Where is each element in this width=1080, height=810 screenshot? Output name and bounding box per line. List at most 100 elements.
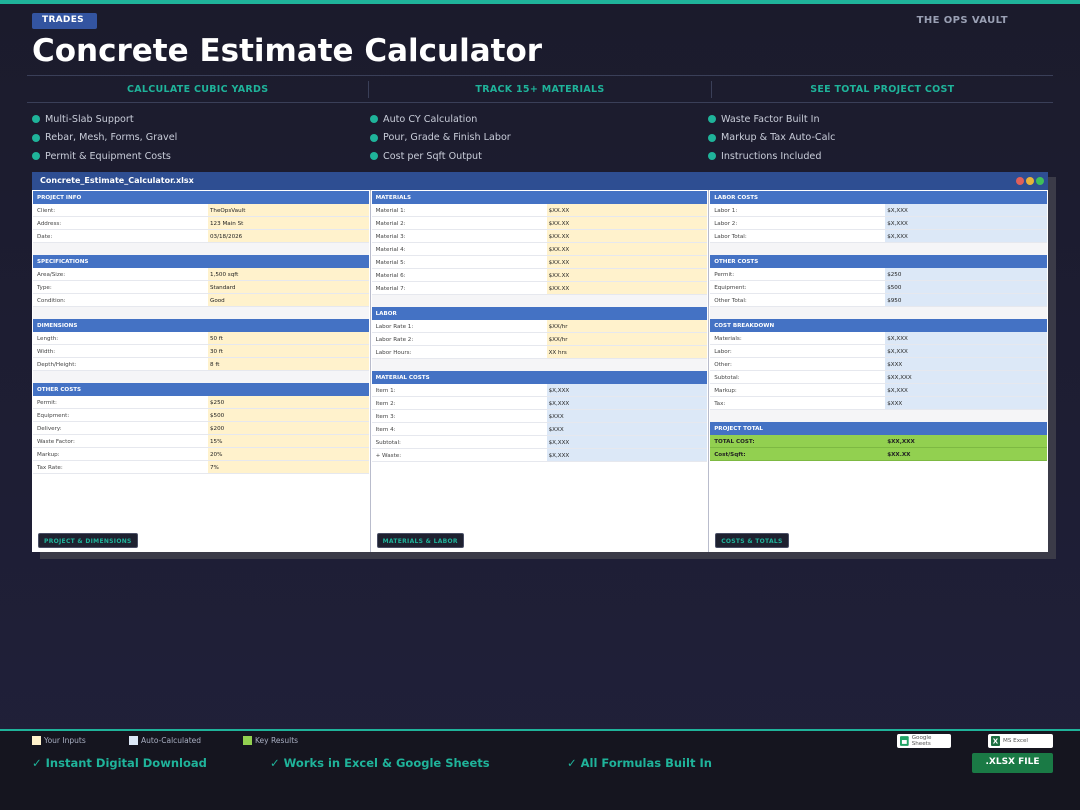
tab-costs-totals[interactable]: COSTS & TOTALS bbox=[715, 533, 789, 548]
page-title: Concrete Estimate Calculator bbox=[32, 33, 543, 69]
row-value-cell[interactable]: $XX.XX bbox=[546, 217, 708, 229]
row-label: Depth/Height: bbox=[37, 362, 77, 368]
section-header-labor: LABOR bbox=[371, 307, 708, 320]
row-value-cell: $XX.XX bbox=[885, 448, 1047, 460]
feature-item: Waste Factor Built In bbox=[708, 110, 1028, 129]
row-value-cell[interactable]: $250 bbox=[208, 396, 369, 408]
ms-excel-badge: X MS Excel bbox=[988, 734, 1053, 748]
sheet-row: Cost/Sqft: $XX.XX bbox=[710, 448, 1047, 461]
feature-label: Instructions Included bbox=[721, 150, 822, 162]
row-value-cell: $X,XXX bbox=[546, 436, 708, 448]
bullet-dot-icon bbox=[370, 133, 378, 142]
row-value-cell[interactable]: 123 Main St bbox=[208, 217, 369, 229]
row-value-cell[interactable]: $XX.XX bbox=[546, 230, 708, 242]
xlsx-file-button[interactable]: .XLSX FILE bbox=[972, 753, 1053, 773]
row-value-cell[interactable]: 30 ft bbox=[208, 345, 369, 357]
row-value-cell[interactable]: XX hrs bbox=[546, 346, 708, 358]
minimize-dot-icon[interactable] bbox=[1026, 177, 1034, 185]
sheet-row: Subtotal: $X,XXX bbox=[371, 436, 708, 449]
row-label: Tax Rate: bbox=[37, 465, 63, 471]
sheet-row: Type: Standard bbox=[33, 281, 369, 294]
row-value-cell[interactable]: $XX.XX bbox=[546, 269, 708, 281]
tab-materials-labor[interactable]: MATERIALS & LABOR bbox=[376, 533, 464, 548]
feature-item: Permit & Equipment Costs bbox=[32, 147, 370, 166]
row-value-cell[interactable]: $XX.XX bbox=[546, 282, 708, 294]
row-value-cell[interactable]: Good bbox=[208, 294, 369, 306]
row-value-cell[interactable]: $200 bbox=[208, 422, 369, 434]
sheet-row: Material 3: $XX.XX bbox=[371, 230, 708, 243]
close-dot-icon[interactable] bbox=[1016, 177, 1024, 185]
google-sheets-badge: Google Sheets bbox=[897, 734, 951, 748]
sheet-row: Item 3: $XXX bbox=[371, 410, 708, 423]
row-label: + Waste: bbox=[375, 453, 402, 459]
sheet-row: Material 2: $XX.XX bbox=[371, 217, 708, 230]
feature-label: Cost per Sqft Output bbox=[383, 150, 482, 162]
row-value-cell[interactable]: 03/18/2026 bbox=[208, 230, 369, 242]
sheet-row: Labor Total: $X,XXX bbox=[710, 230, 1047, 243]
color-legend: Your Inputs Auto-Calculated Key Results bbox=[32, 736, 298, 745]
row-value-cell[interactable]: 50 ft bbox=[208, 332, 369, 344]
benefit-heading-3: SEE TOTAL PROJECT COST bbox=[810, 84, 955, 95]
row-label: Labor Hours: bbox=[375, 350, 412, 356]
row-value-cell[interactable]: 7% bbox=[208, 461, 369, 473]
tab-project-dimensions[interactable]: PROJECT & DIMENSIONS bbox=[38, 533, 138, 548]
sheet-row: Labor Rate 2: $XX/hr bbox=[371, 333, 708, 346]
window-title-bar[interactable]: Concrete_Estimate_Calculator.xlsx bbox=[32, 172, 1048, 190]
sheet-row: Condition: Good bbox=[33, 294, 369, 307]
row-label: Address: bbox=[37, 221, 62, 227]
row-value-cell[interactable]: 8 ft bbox=[208, 358, 369, 370]
app-label: MS Excel bbox=[1003, 738, 1028, 744]
row-label: Materials: bbox=[714, 336, 742, 342]
row-value-cell[interactable]: $XX/hr bbox=[546, 320, 708, 332]
row-value-cell[interactable]: 1,500 sqft bbox=[208, 268, 369, 280]
sheet-row: Item 2: $X,XXX bbox=[371, 397, 708, 410]
sheet-row: Tax: $XXX bbox=[710, 397, 1047, 410]
section-header-materials: MATERIALS bbox=[371, 191, 708, 204]
row-value-cell: $X,XXX bbox=[546, 397, 708, 409]
section-header-material-costs: MATERIAL COSTS bbox=[371, 371, 708, 384]
row-value-cell[interactable]: 15% bbox=[208, 435, 369, 447]
sheet-row: Length: 50 ft bbox=[33, 332, 369, 345]
row-label: Item 3: bbox=[375, 414, 396, 420]
row-value-cell: $XXX bbox=[885, 358, 1047, 370]
sheet-row: Labor 2: $X,XXX bbox=[710, 217, 1047, 230]
row-value-cell: $X,XXX bbox=[885, 204, 1047, 216]
top-accent-bar bbox=[0, 0, 1080, 4]
row-value-cell[interactable]: $XX.XX bbox=[546, 256, 708, 268]
row-label: Other Total: bbox=[714, 298, 747, 304]
feature-label: Markup & Tax Auto-Calc bbox=[721, 132, 836, 144]
sheet-row: Other: $XXX bbox=[710, 358, 1047, 371]
legend-swatch bbox=[129, 736, 138, 745]
row-value-cell: $500 bbox=[885, 281, 1047, 293]
perk-item: ✓ Instant Digital Download bbox=[32, 756, 207, 770]
sheet-row: Equipment: $500 bbox=[710, 281, 1047, 294]
sheet-row: Labor 1: $X,XXX bbox=[710, 204, 1047, 217]
row-value-cell[interactable]: 20% bbox=[208, 448, 369, 460]
divider-bottom bbox=[27, 102, 1053, 103]
sheet-row: Item 4: $XXX bbox=[371, 423, 708, 436]
row-label: Type: bbox=[37, 285, 52, 291]
feature-label: Rebar, Mesh, Forms, Gravel bbox=[45, 132, 178, 144]
legend-label: Key Results bbox=[255, 736, 299, 745]
row-label: Material 6: bbox=[375, 273, 406, 279]
row-value-cell: $XX,XXX bbox=[885, 435, 1047, 447]
row-value-cell[interactable]: $XX.XX bbox=[546, 204, 708, 216]
maximize-dot-icon[interactable] bbox=[1036, 177, 1044, 185]
sheet-row: Material 5: $XX.XX bbox=[371, 256, 708, 269]
row-value-cell[interactable]: $XX.XX bbox=[546, 243, 708, 255]
row-label: Labor 1: bbox=[714, 208, 738, 214]
row-value-cell: $250 bbox=[885, 268, 1047, 280]
row-value-cell[interactable]: TheOpsVault bbox=[208, 204, 369, 216]
sheet-row: Labor: $X,XXX bbox=[710, 345, 1047, 358]
row-value-cell[interactable]: Standard bbox=[208, 281, 369, 293]
bullet-dot-icon bbox=[32, 115, 40, 124]
row-value-cell[interactable]: $500 bbox=[208, 409, 369, 421]
sheet-row: Width: 30 ft bbox=[33, 345, 369, 358]
row-value-cell: $XXX bbox=[546, 410, 708, 422]
sheet-row: Material 4: $XX.XX bbox=[371, 243, 708, 256]
legend-swatch bbox=[32, 736, 41, 745]
row-value-cell[interactable]: $XX/hr bbox=[546, 333, 708, 345]
row-value-cell: $XX,XXX bbox=[885, 371, 1047, 383]
row-value-cell: $950 bbox=[885, 294, 1047, 306]
row-label: Item 4: bbox=[375, 427, 396, 433]
